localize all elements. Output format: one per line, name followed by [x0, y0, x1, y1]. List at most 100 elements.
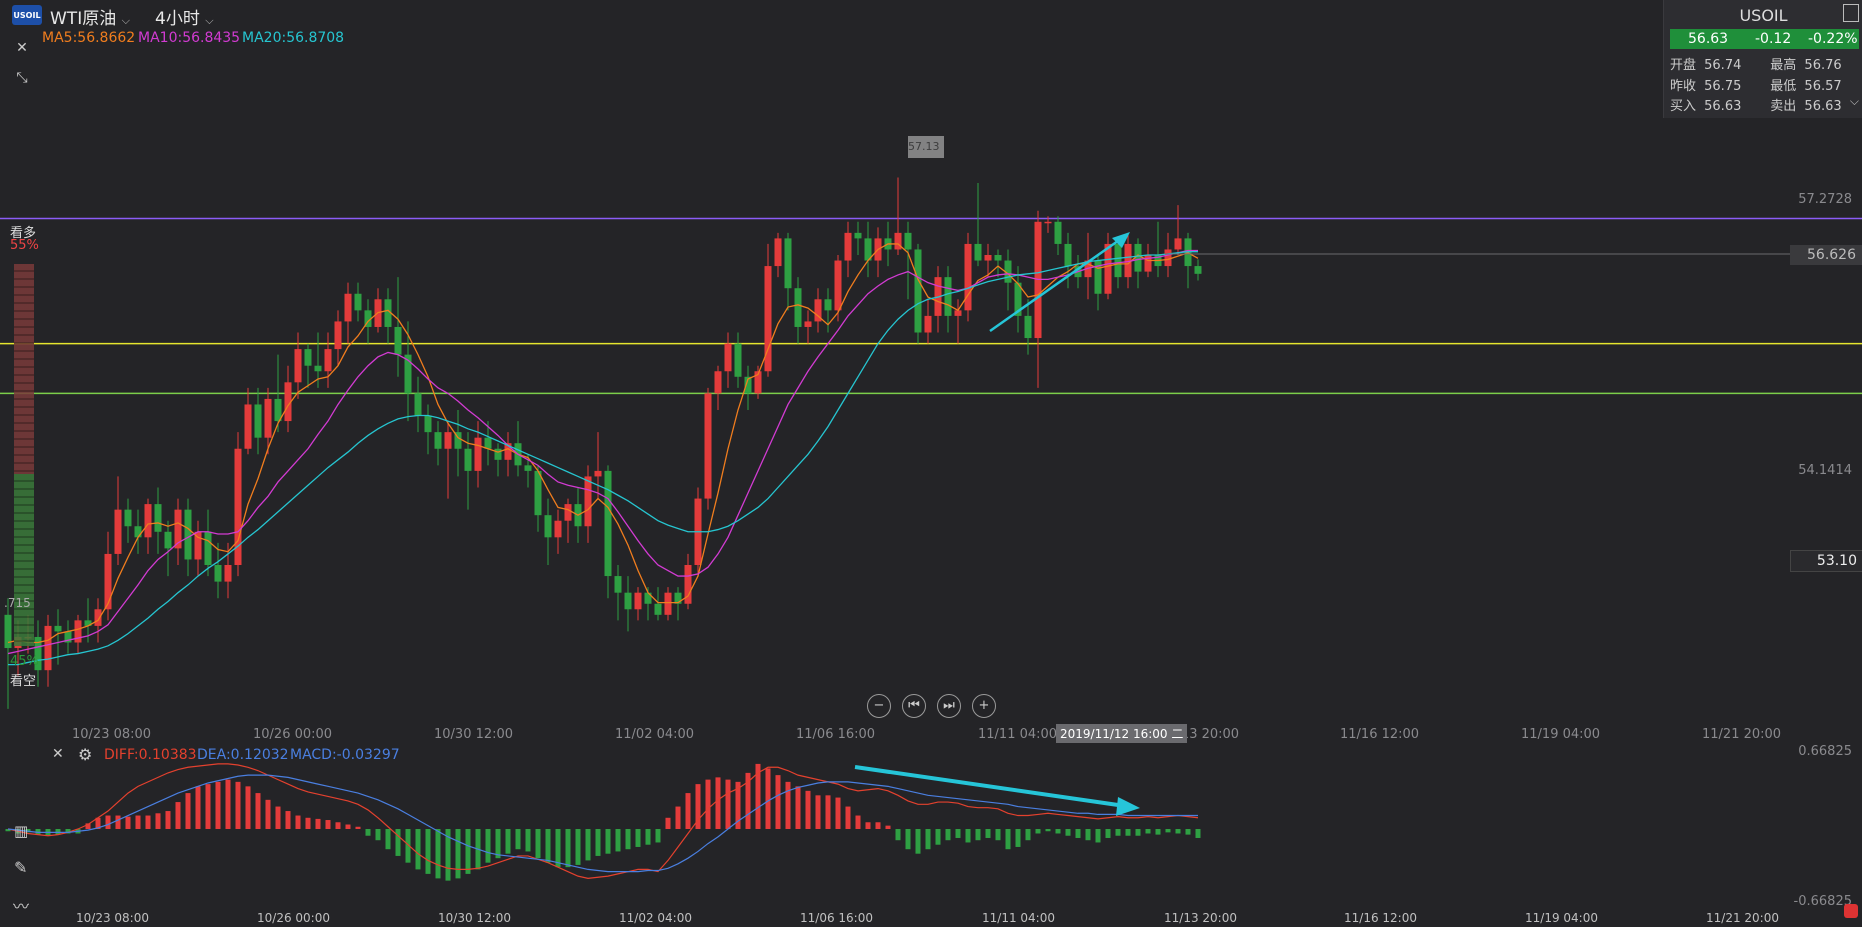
macd-value-label: MACD:-0.03297: [290, 747, 400, 763]
macd-bar: [605, 829, 611, 854]
macd-bar: [665, 817, 671, 829]
macd-bar: [785, 781, 791, 829]
candle: [54, 625, 62, 632]
scroll-last-button[interactable]: ⏭: [937, 694, 961, 718]
indicator-icon[interactable]: ▥: [14, 822, 28, 840]
macd-bar: [495, 829, 501, 859]
macd-bar: [1185, 829, 1191, 835]
candle: [904, 232, 912, 250]
macd-bar: [985, 829, 991, 838]
cursor-time-label: 2019/11/12 16:00 二: [1056, 724, 1188, 743]
candle: [314, 365, 322, 372]
macd-bar: [205, 784, 211, 829]
candle: [1104, 243, 1112, 294]
macd-bar: [715, 777, 721, 829]
candle: [1194, 266, 1202, 274]
macd-bar: [385, 829, 391, 850]
candle: [444, 432, 452, 449]
candle: [254, 404, 262, 438]
macd-bar: [435, 829, 441, 879]
candle: [224, 565, 232, 582]
candle: [264, 398, 272, 438]
macd-bar: [645, 829, 651, 845]
price-tick-high: 57.2728: [1798, 192, 1852, 207]
macd-close-icon[interactable]: ✕: [52, 746, 64, 762]
macd-bar: [865, 822, 871, 829]
candle: [424, 415, 432, 433]
macd-bar: [725, 779, 731, 829]
candle: [634, 592, 642, 610]
macd-bar: [915, 829, 921, 854]
candle: [704, 393, 712, 499]
macd-bar: [705, 779, 711, 829]
macd-bar: [1065, 829, 1071, 836]
x-label: 10/26 00:00: [253, 727, 333, 742]
macd-bar: [1025, 829, 1031, 841]
expand-icon[interactable]: [1843, 4, 1859, 22]
candle: [334, 321, 342, 350]
macd-bar: [1035, 829, 1041, 834]
macd-x-label: 11/11 04:00: [982, 911, 1055, 925]
macd-bar: [575, 829, 581, 865]
macd-bar: [165, 811, 171, 829]
macd-bar: [305, 817, 311, 829]
level-marker-tag[interactable]: 57.13: [908, 136, 944, 158]
macd-bar: [905, 829, 911, 850]
pulse-icon[interactable]: 〰: [13, 893, 29, 917]
candle: [564, 504, 572, 521]
candle: [154, 504, 162, 532]
candle: [584, 476, 592, 527]
gear-icon[interactable]: ⚙: [78, 745, 92, 764]
macd-bar: [265, 799, 271, 829]
draw-tool-icon[interactable]: ✎: [14, 858, 27, 877]
macd-bar: [545, 829, 551, 863]
macd-bar: [375, 829, 381, 841]
macd-bar: [895, 829, 901, 841]
macd-bar: [995, 829, 1001, 841]
macd-bar: [845, 806, 851, 829]
candle: [984, 255, 992, 261]
candle: [464, 448, 472, 471]
macd-bar: [335, 822, 341, 829]
macd-bar: [535, 829, 541, 859]
macd-bar: [1195, 829, 1201, 838]
zoom-in-button[interactable]: +: [972, 694, 996, 718]
chevron-down-icon[interactable]: ⌵: [1850, 94, 1859, 109]
quote-price-bar: 56.63 -0.12 -0.22%: [1670, 29, 1859, 49]
macd-bar: [1145, 829, 1151, 834]
macd-dea-label: DEA:0.12032: [197, 747, 289, 763]
candle: [204, 531, 212, 565]
candle: [894, 232, 902, 250]
candle: [344, 293, 352, 322]
macd-bar: [855, 815, 861, 829]
macd-bar: [555, 829, 561, 868]
candle: [794, 288, 802, 327]
candle: [804, 321, 812, 327]
candle: [554, 520, 562, 538]
macd-bar: [875, 822, 881, 829]
macd-bar: [275, 806, 281, 829]
macd-bar: [1125, 829, 1131, 836]
macd-bar: [365, 829, 371, 836]
macd-bar: [215, 781, 221, 829]
bid-label: 买入: [1670, 99, 1697, 114]
candle: [474, 437, 482, 471]
candle: [824, 299, 832, 311]
macd-x-label: 10/26 00:00: [257, 911, 330, 925]
scroll-first-button[interactable]: ⏮: [902, 694, 926, 718]
macd-bar: [945, 829, 951, 841]
bid-value: 56.63: [1704, 99, 1742, 114]
macd-bar: [685, 793, 691, 829]
candle: [114, 509, 122, 554]
alert-icon[interactable]: [1844, 904, 1858, 918]
quote-panel: USOIL 56.63 -0.12 -0.22% 开盘 56.74 最高 56.…: [1663, 0, 1862, 118]
candle: [594, 470, 602, 477]
zoom-out-button[interactable]: −: [867, 694, 891, 718]
x-label: 10/23 08:00: [72, 727, 152, 742]
macd-bar: [145, 815, 151, 829]
macd-diff-label: DIFF:0.10383: [104, 747, 197, 763]
candle: [1024, 315, 1032, 339]
macd-bar: [505, 829, 511, 854]
macd-x-label: 11/21 20:00: [1706, 911, 1779, 925]
macd-bar: [955, 829, 961, 838]
